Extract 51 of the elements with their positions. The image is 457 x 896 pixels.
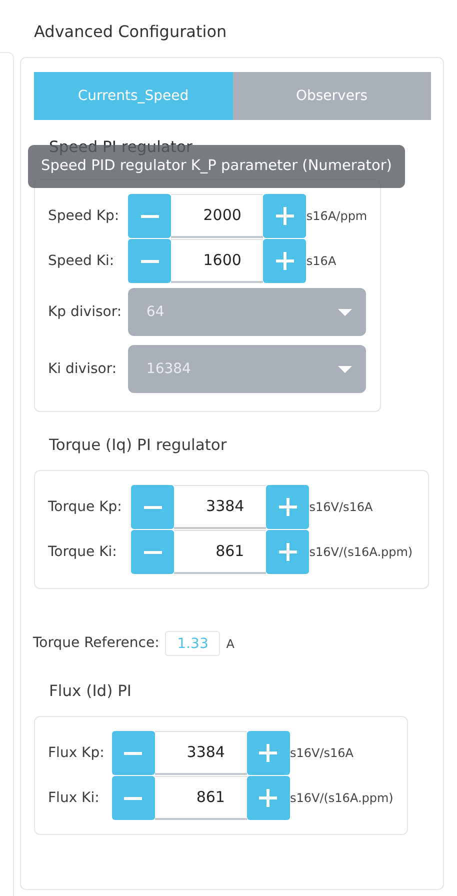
plus-icon	[278, 498, 297, 516]
group-heading: Flux (Id) PI	[48, 681, 132, 702]
field-label: Ki divisor:	[48, 360, 118, 378]
increment-button[interactable]	[246, 731, 290, 775]
unit-label: s16A/ppm	[306, 208, 368, 225]
decrement-button[interactable]	[128, 239, 172, 283]
number-field[interactable]: 861	[174, 530, 266, 574]
minus-icon	[144, 550, 162, 554]
field-label: Flux Kp:	[48, 744, 106, 762]
increment-button[interactable]	[263, 194, 306, 238]
unit-label: s16V/s16A	[290, 745, 354, 762]
plus-icon	[278, 543, 297, 561]
unit-label: s16V/(s16A.ppm)	[290, 790, 394, 807]
increment-button[interactable]	[246, 776, 290, 820]
unit-label: s16V/(s16A.ppm)	[309, 544, 414, 561]
field-label: Kp divisor:	[48, 302, 122, 322]
number-field[interactable]: 1600	[171, 239, 264, 283]
minus-icon	[140, 260, 159, 262]
unit-label: s16A	[306, 253, 338, 270]
number-field[interactable]: 3384	[154, 731, 247, 775]
number-field[interactable]: 3384	[174, 485, 266, 529]
number-field[interactable]: 861	[154, 776, 247, 820]
minus-icon	[140, 214, 159, 218]
unit-label: A	[226, 636, 236, 652]
minus-icon	[144, 506, 162, 508]
field-label: Flux Ki:	[48, 788, 100, 808]
increment-button[interactable]	[266, 485, 310, 529]
caret-icon	[338, 308, 352, 316]
section-title: Advanced Configuration	[34, 21, 227, 43]
caret-icon	[338, 366, 352, 372]
plus-icon	[276, 252, 294, 270]
field-label: Speed Ki:	[48, 252, 116, 270]
unit-label: s16V/s16A	[309, 499, 374, 516]
decrement-button[interactable]	[112, 731, 155, 775]
decrement-button[interactable]	[131, 485, 174, 529]
minus-icon	[124, 752, 142, 754]
field-label: Torque Kp:	[48, 498, 123, 516]
increment-button[interactable]	[266, 530, 310, 574]
field-label: Torque Reference:	[33, 634, 160, 653]
plus-icon	[259, 789, 278, 807]
field-label: Torque Ki:	[48, 542, 118, 562]
plus-icon	[276, 207, 294, 225]
group-heading: Torque (Iq) PI regulator	[48, 435, 228, 456]
decrement-button[interactable]	[128, 194, 172, 238]
plus-icon	[259, 744, 278, 762]
field-label: Speed Kp:	[48, 206, 120, 226]
minus-icon	[124, 796, 142, 800]
number-field[interactable]: 2000	[171, 194, 264, 238]
decrement-button[interactable]	[112, 776, 155, 820]
increment-button[interactable]	[263, 239, 306, 283]
decrement-button[interactable]	[131, 530, 174, 574]
